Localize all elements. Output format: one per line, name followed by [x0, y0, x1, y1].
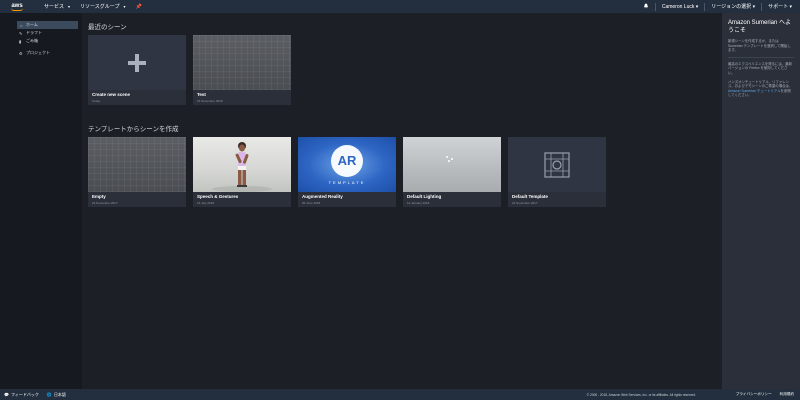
footer-links: プライバシーポリシー 利用規約: [736, 392, 794, 397]
region-menu[interactable]: リージョンの選択 ▾: [711, 3, 755, 10]
ar-logo-text: AR: [337, 153, 357, 168]
bell-icon[interactable]: [643, 3, 649, 11]
aws-smile-icon: [11, 8, 23, 11]
main-content: 最近のシーン Create new scene Today Test 15 No…: [82, 13, 722, 389]
template-card-default-lighting[interactable]: Default Lighting 12 January 2018: [403, 137, 501, 207]
welcome-paragraph-2: 最高のエクスペリエンスを得るには、最新バージョンの Firefox を使用してく…: [728, 61, 793, 75]
speech-bubble-icon: 💬: [4, 392, 9, 397]
light-points-icon: [446, 156, 453, 162]
region-label: リージョンの選択: [711, 4, 752, 10]
divider: [728, 56, 794, 58]
card-title: Default Lighting: [407, 194, 442, 199]
card-thumbnail: [193, 35, 291, 90]
card-date: 22 November 2017: [512, 201, 538, 205]
card-thumbnail: AR TEMPLATE: [298, 137, 396, 192]
card-thumbnail: [508, 137, 606, 192]
welcome-paragraph-3: ハンズオンチュートリアル、リファレンス、およびデモシーンのご希望の場合は、Ama…: [728, 80, 794, 98]
services-label: サービス: [44, 4, 65, 10]
aws-logo[interactable]: aws: [4, 0, 30, 13]
card-thumbnail: [193, 137, 291, 192]
template-card-speech-gestures[interactable]: Speech & Gestures 16 July 2018: [193, 137, 291, 207]
copyright-text: © 2008 - 2018, Amazon Web Services, Inc.…: [586, 392, 696, 397]
card-date: 23 November 2017: [92, 201, 118, 205]
user-name: Cameron Luck: [661, 3, 695, 10]
sidebar-item-trash[interactable]: ▮ ごみ箱: [0, 37, 82, 45]
footer: 💬 フィードバック 🌐 日本語 © 2008 - 2018, Amazon We…: [0, 389, 800, 400]
chevron-down-icon: ▾: [752, 4, 756, 10]
feedback-button[interactable]: 💬 フィードバック: [4, 392, 39, 398]
sidebar-item-projects[interactable]: ⚙ プロジェクト: [0, 49, 82, 57]
templates-title: テンプレートからシーンを作成: [88, 126, 179, 133]
card-title: Empty: [92, 194, 106, 199]
nav-divider: [761, 2, 763, 11]
sidebar-item-label: ドラフト: [26, 30, 42, 35]
nav-divider: [654, 2, 656, 11]
scene-card-test[interactable]: Test 15 November 2018: [193, 35, 291, 105]
welcome-paragraph-3-pre: ハンズオンチュートリアル、リファレンス、およびデモシーンのご希望の場合は、: [728, 79, 793, 89]
support-label: サポート: [768, 4, 789, 10]
recent-scenes-title: 最近のシーン: [88, 24, 127, 31]
template-card-empty[interactable]: Empty 23 November 2017: [88, 137, 186, 207]
feedback-label: フィードバック: [10, 391, 39, 397]
sidebar-item-label: ごみ箱: [26, 38, 38, 43]
pin-icon[interactable]: 📌: [136, 4, 142, 10]
plus-icon: [128, 54, 146, 72]
sidebar-item-home[interactable]: ⌂ ホーム: [17, 21, 78, 29]
chevron-down-icon: ▾: [789, 4, 792, 10]
nav-right: Cameron Luck ▾ リージョンの選択 ▾ サポート ▾: [643, 0, 792, 13]
ar-sub-text: TEMPLATE: [328, 180, 366, 185]
card-thumbnail: [88, 137, 186, 192]
card-date: 12 January 2018: [407, 201, 430, 205]
nav-divider: [704, 2, 706, 11]
language-label: 日本語: [53, 391, 66, 397]
resource-groups-menu[interactable]: リソースグループ ▾: [80, 3, 125, 10]
card-thumbnail: [403, 137, 501, 192]
card-date: Today: [92, 99, 101, 103]
globe-icon: 🌐: [46, 392, 52, 397]
pencil-icon: ✎: [19, 30, 23, 36]
card-date: 16 July 2018: [197, 201, 215, 205]
sidebar-item-label: プロジェクト: [26, 50, 50, 55]
chevron-down-icon: ▾: [68, 4, 71, 9]
welcome-panel: Amazon Sumerian へようこそ 新規シーンを作成するか、または Su…: [722, 13, 800, 389]
user-menu[interactable]: Cameron Luck ▾: [662, 4, 698, 10]
template-grid-icon: [544, 152, 570, 178]
welcome-paragraph-1: 新規シーンを作成するか、または Sumerian テンプレートを選択して開始しま…: [728, 39, 791, 53]
services-menu[interactable]: サービス ▾: [44, 3, 70, 10]
welcome-title: Amazon Sumerian へようこそ: [728, 20, 792, 34]
card-title: Create new scene: [92, 92, 131, 97]
card-title: Test: [197, 92, 206, 97]
card-title: Augmented Reality: [302, 194, 343, 199]
card-title: Speech & Gestures: [197, 194, 239, 199]
chevron-down-icon: ▾: [123, 4, 126, 9]
card-thumbnail: [88, 35, 186, 90]
host-figure-icon: [212, 142, 272, 192]
gear-icon: ⚙: [19, 50, 23, 56]
chevron-down-icon: ▾: [695, 3, 699, 10]
card-title: Default Template: [512, 194, 548, 199]
privacy-policy-link[interactable]: プライバシーポリシー: [736, 392, 772, 397]
language-button[interactable]: 🌐 日本語: [47, 392, 66, 398]
trash-icon: ▮: [19, 38, 22, 44]
sidebar-item-label: ホーム: [26, 22, 38, 27]
create-new-scene-card[interactable]: Create new scene Today: [88, 35, 186, 105]
template-card-default-template[interactable]: Default Template 22 November 2017: [508, 137, 606, 207]
top-nav: aws サービス ▾ リソースグループ ▾ 📌 Cameron Luck ▾ リ…: [0, 0, 800, 13]
home-icon: ⌂: [20, 22, 23, 28]
card-date: 15 November 2018: [197, 99, 223, 103]
card-date: 06 June 2018: [302, 201, 321, 205]
sidebar-item-drafts[interactable]: ✎ ドラフト: [0, 29, 82, 37]
terms-link[interactable]: 利用規約: [780, 392, 794, 397]
template-card-augmented-reality[interactable]: AR TEMPLATE Augmented Reality 06 June 20…: [298, 137, 396, 207]
left-sidebar: ⌂ ホーム ✎ ドラフト ▮ ごみ箱 ⚙ プロジェクト: [0, 13, 82, 389]
support-menu[interactable]: サポート ▾: [768, 3, 792, 10]
resource-groups-label: リソースグループ: [80, 4, 120, 10]
